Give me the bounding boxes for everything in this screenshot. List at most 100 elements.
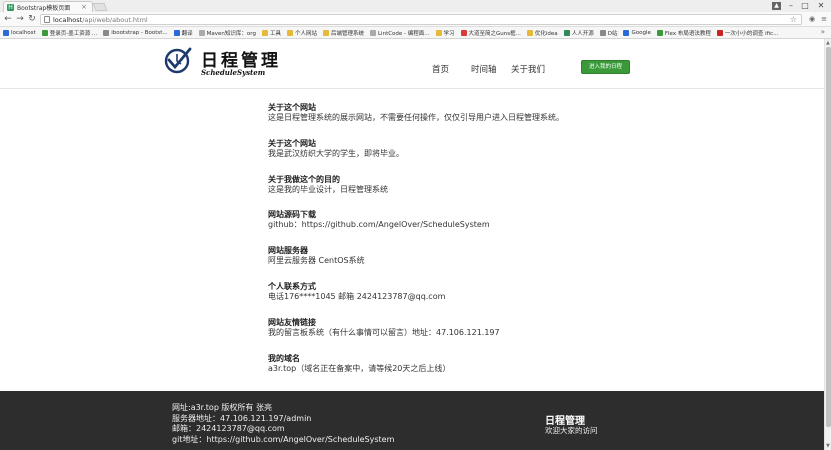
bookmark-label: 大道至简之Guns框... bbox=[468, 30, 521, 37]
bookmark-item[interactable]: 人人开源 bbox=[563, 29, 594, 37]
section-text: 电话176****1045 邮箱 2424123787@qq.com bbox=[268, 291, 446, 301]
folder-icon bbox=[261, 29, 268, 36]
footer-email: 邮箱：2424123787@qq.com bbox=[172, 424, 285, 433]
bookmark-item[interactable]: Flex 布局语法教程 bbox=[656, 29, 711, 37]
footer-info: 网址:a3r.top 版权所有 张亮 服务器地址：47.106.121.197/… bbox=[172, 403, 394, 445]
nav-home-link[interactable]: 首页 bbox=[432, 63, 449, 75]
gear-small-icon bbox=[599, 29, 606, 36]
browser-toolbar: ← → ↻ localhost/api/web/about.html ☆ ◉ ≡ bbox=[0, 12, 831, 27]
window-close-button[interactable]: ✕ bbox=[813, 1, 829, 11]
folder-icon bbox=[526, 29, 533, 36]
scrollbar-thumb[interactable] bbox=[826, 47, 831, 427]
tab-close-icon[interactable]: × bbox=[81, 3, 87, 11]
page-icon bbox=[198, 29, 205, 36]
scroll-down-icon[interactable]: ▼ bbox=[826, 443, 830, 449]
page-info-icon[interactable] bbox=[44, 16, 50, 23]
about-section: 网站源码下载 github：https://github.com/AngelOve… bbox=[268, 210, 688, 246]
bookmark-item[interactable]: 一次小小的调查 ific... bbox=[716, 29, 778, 37]
section-text: github：https://github.com/AngelOver/Sche… bbox=[268, 220, 490, 230]
clock-check-logo-icon bbox=[164, 47, 192, 74]
about-section: 关于这个网站 我是武汉纺织大学的学生，即将毕业。 bbox=[268, 139, 688, 175]
bookmark-item[interactable]: 登录页-墨工资源 ... bbox=[41, 29, 98, 37]
bookmark-item[interactable]: 后端管理系统 bbox=[322, 29, 364, 37]
about-section: 个人联系方式 电话176****1045 邮箱 2424123787@qq.com bbox=[268, 282, 688, 318]
bookmark-item[interactable]: 学习 bbox=[435, 29, 455, 37]
bookmark-item[interactable]: 工具 bbox=[261, 29, 281, 37]
footer-git: git地址：https://github.com/AngelOver/Sched… bbox=[172, 434, 395, 444]
bookmark-label: Flex 布局语法教程 bbox=[664, 30, 711, 37]
nav-about-link[interactable]: 关于我们 bbox=[511, 63, 545, 75]
about-content: 关于这个网站 这是日程管理系统的展示网站，不需要任何操作，仅仅引导用户进入日程管理… bbox=[268, 103, 688, 389]
bookmark-label: 翻译 bbox=[181, 30, 193, 37]
window-maximize-button[interactable]: □ bbox=[799, 1, 811, 11]
back-arrow-icon[interactable]: ← bbox=[3, 14, 13, 24]
reload-icon[interactable]: ↻ bbox=[27, 14, 37, 24]
about-section: 网站友情链接 我的留言板系统（有什么事情可以留言）地址：47.106.121.19… bbox=[268, 318, 688, 354]
grid-app-icon bbox=[3, 29, 9, 36]
url-text: localhost/api/web/about.html bbox=[53, 16, 148, 24]
bookmark-label: 后端管理系统 bbox=[330, 30, 364, 37]
bookmark-label: ibootstrap - Bootst... bbox=[111, 29, 168, 36]
bookmark-item[interactable]: 大道至简之Guns框... bbox=[460, 29, 521, 37]
nav-timeline-link[interactable]: 时间轴 bbox=[471, 63, 497, 75]
bookmark-label: Maven知识库：org bbox=[206, 30, 256, 37]
bookmark-label: D站 bbox=[607, 30, 618, 37]
translate-icon bbox=[173, 29, 180, 36]
site-footer: 网址:a3r.top 版权所有 张亮 服务器地址：47.106.121.197/… bbox=[0, 391, 824, 450]
bookmark-item[interactable]: 个人网站 bbox=[286, 29, 317, 37]
bookmark-label: 学习 bbox=[443, 30, 455, 37]
section-title: 个人联系方式 bbox=[268, 281, 316, 291]
bookmark-item[interactable]: Google bbox=[623, 29, 651, 36]
new-tab-button[interactable] bbox=[92, 3, 108, 11]
browser-tab[interactable]: H Bootstrap模板页面 × bbox=[3, 1, 93, 12]
section-text: 我是武汉纺织大学的学生，即将毕业。 bbox=[268, 148, 404, 158]
extension-icon[interactable]: ◉ bbox=[807, 14, 817, 24]
bookmark-item[interactable]: Maven知识库：org bbox=[198, 29, 256, 37]
bookmark-item[interactable]: localhost bbox=[3, 29, 36, 36]
bookmark-item[interactable]: 优化idea bbox=[526, 29, 558, 37]
footer-server: 服务器地址：47.106.121.197/admin bbox=[172, 413, 312, 423]
forward-arrow-icon[interactable]: → bbox=[15, 14, 25, 24]
page-icon bbox=[369, 29, 376, 36]
browser-titlebar: H Bootstrap模板页面 × ▲ – □ ✕ bbox=[0, 0, 831, 12]
section-title: 我的域名 bbox=[268, 353, 300, 363]
folder-icon bbox=[435, 29, 442, 36]
bootstrap-icon bbox=[103, 29, 110, 36]
url-host: localhost bbox=[53, 15, 83, 24]
bookmark-star-icon[interactable]: ☆ bbox=[790, 15, 797, 24]
about-section: 关于这个网站 这是日程管理系统的展示网站，不需要任何操作，仅仅引导用户进入日程管理… bbox=[268, 103, 688, 139]
bookmark-item[interactable]: ibootstrap - Bootst... bbox=[103, 29, 168, 36]
bookmarks-overflow-icon[interactable]: » bbox=[821, 28, 825, 36]
z-app-icon bbox=[41, 29, 48, 36]
bookmark-label: 登录页-墨工资源 ... bbox=[49, 30, 98, 37]
section-text: 我的留言板系统（有什么事情可以留言）地址：47.106.121.197 bbox=[268, 327, 500, 337]
window-minimize-button[interactable]: – bbox=[785, 1, 797, 11]
section-title: 网站源码下载 bbox=[268, 210, 316, 220]
section-title: 网站服务器 bbox=[268, 246, 308, 256]
section-text: 这是日程管理系统的展示网站，不需要任何操作，仅仅引导用户进入日程管理系统。 bbox=[268, 113, 564, 122]
about-section: 关于我做这个的目的 这是我的毕业设计，日程管理系统 bbox=[268, 175, 688, 211]
section-title: 关于我做这个的目的 bbox=[268, 174, 340, 184]
section-text: a3r.top（域名正在备案中，请等候20天之后上线） bbox=[268, 363, 451, 373]
enter-schedule-button[interactable]: 进入我的日程 bbox=[581, 60, 630, 74]
page-scrollbar[interactable]: ▲ ▼ bbox=[824, 39, 831, 450]
address-bar[interactable]: localhost/api/web/about.html ☆ bbox=[40, 14, 802, 25]
bookmark-label: 工具 bbox=[269, 30, 281, 37]
bookmark-item[interactable]: 翻译 bbox=[173, 29, 193, 37]
section-title: 关于这个网站 bbox=[268, 103, 316, 112]
menu-icon[interactable]: ≡ bbox=[819, 14, 829, 24]
url-path: /api/web/about.html bbox=[82, 15, 148, 24]
bookmark-item[interactable]: LintCode - 编程面... bbox=[369, 29, 430, 37]
bookmark-label: 人人开源 bbox=[571, 30, 594, 37]
section-title: 关于这个网站 bbox=[268, 138, 316, 148]
tab-favicon-icon: H bbox=[7, 3, 14, 11]
folder-icon bbox=[286, 29, 293, 36]
brand-subtitle: ScheduleSystem bbox=[201, 68, 266, 77]
bookmark-item[interactable]: D站 bbox=[599, 29, 618, 37]
section-text: 阿里云服务器 CentOS系统 bbox=[268, 256, 365, 266]
about-section: 我的域名 a3r.top（域名正在备案中，请等候20天之后上线） bbox=[268, 354, 688, 390]
scroll-up-icon[interactable]: ▲ bbox=[826, 40, 830, 46]
user-profile-icon[interactable]: ▲ bbox=[772, 2, 781, 10]
bookmark-label: Google bbox=[631, 29, 651, 36]
tab-title: Bootstrap模板页面 bbox=[17, 4, 71, 12]
